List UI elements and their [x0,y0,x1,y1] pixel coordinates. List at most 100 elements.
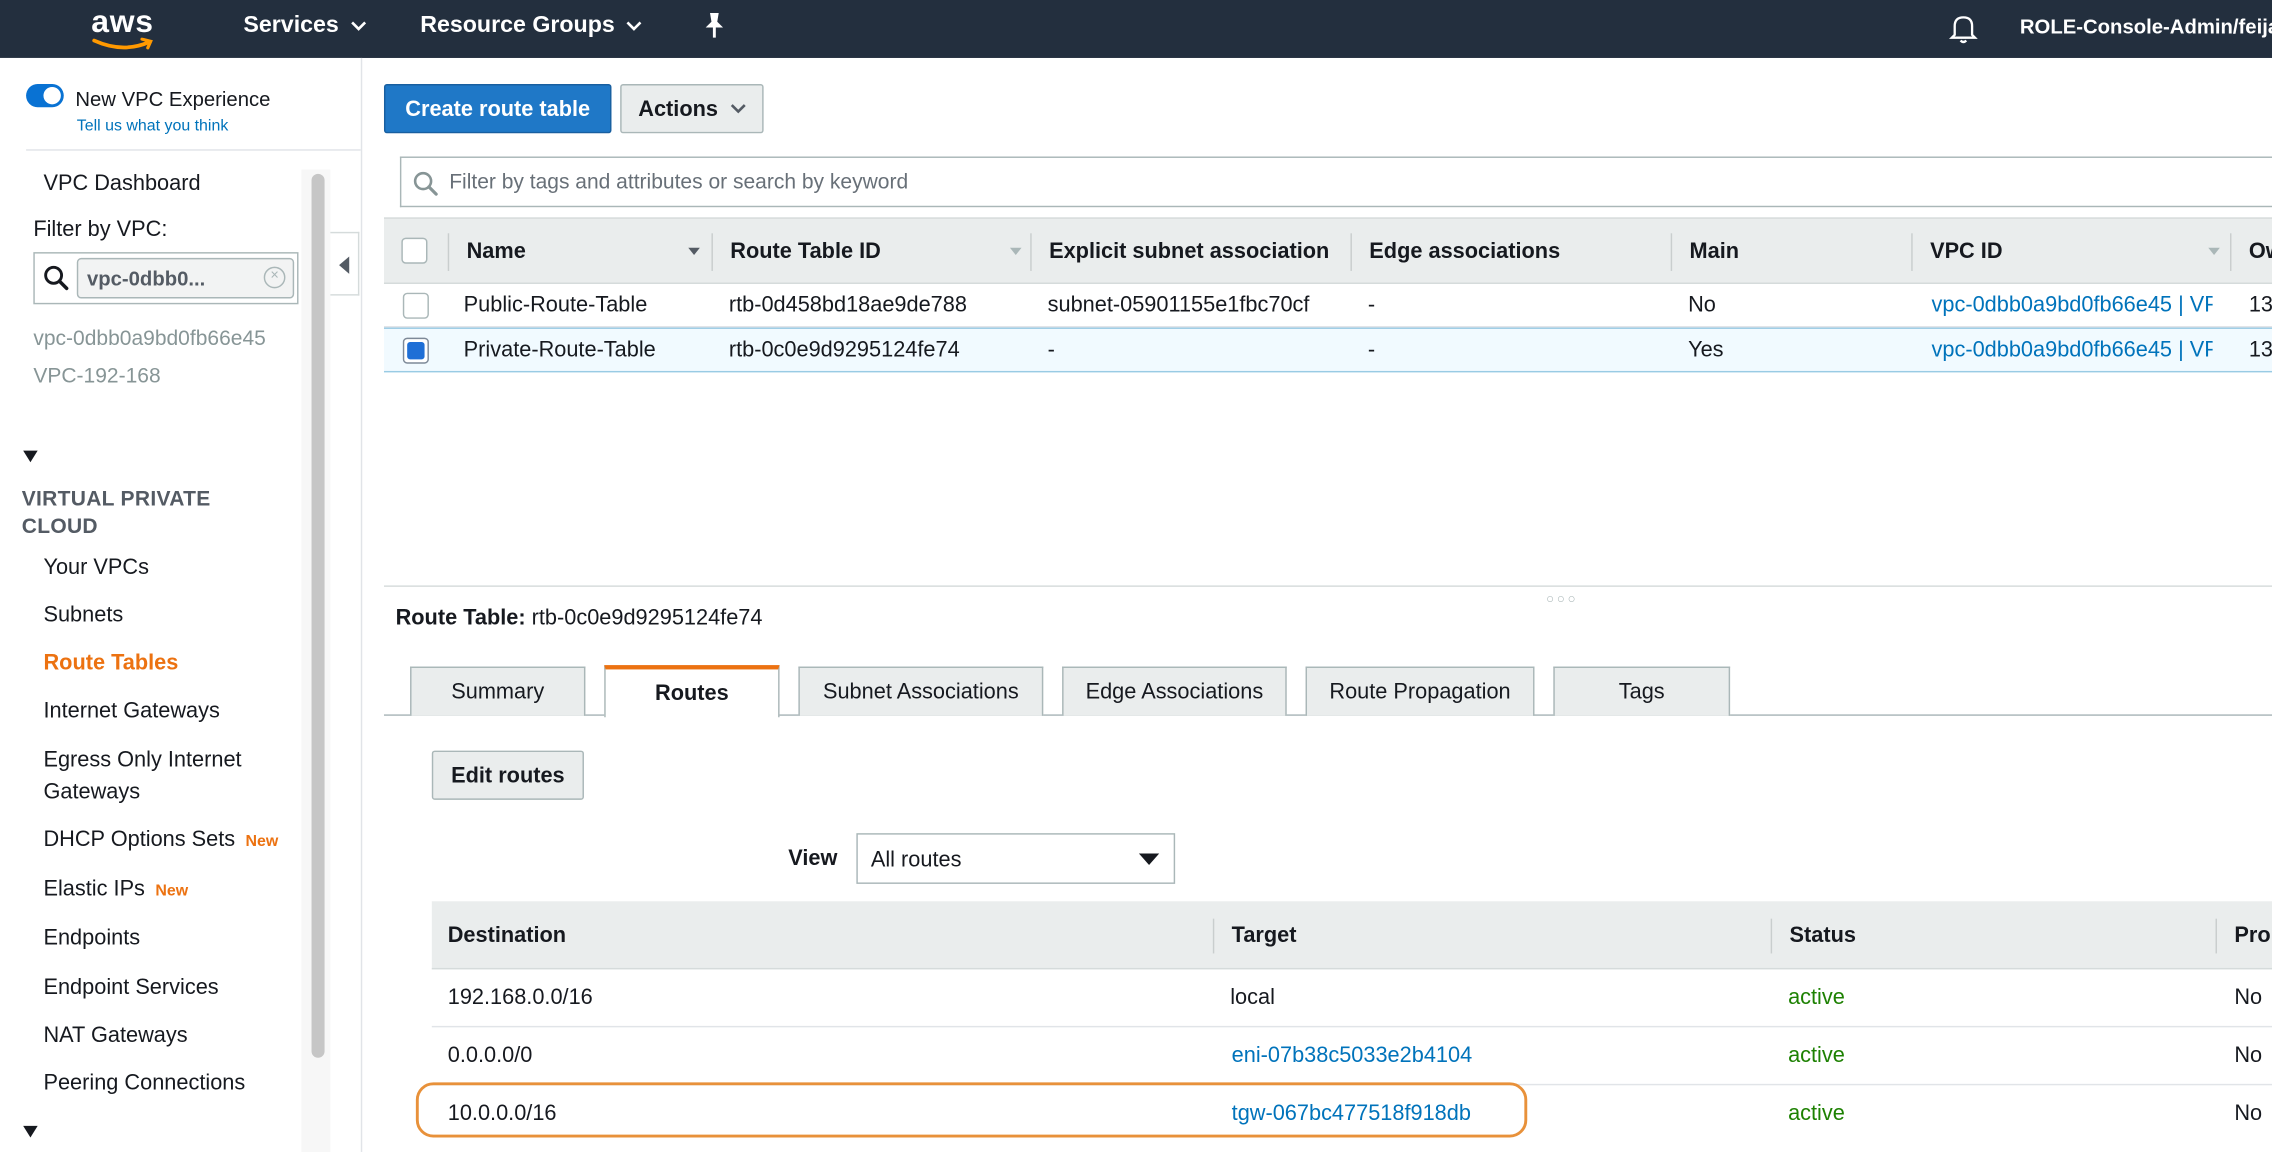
panel-splitter[interactable] [383,585,2272,587]
sidebar-item-endpoint-services[interactable]: Endpoint Services [43,972,218,1004]
view-select[interactable]: All routes [856,833,1176,884]
column-header-propagated[interactable]: Pro [2234,923,2270,948]
column-divider [1911,233,1913,271]
view-select-value: All routes [870,847,962,873]
column-header-status[interactable]: Status [1790,923,1856,948]
route-table-id: rtb-0d458bd18ae9de788 [728,292,967,318]
collapse-sidebar-button[interactable] [330,231,360,296]
vpc-option[interactable]: VPC-192-168 [33,365,160,388]
actions-label: Actions [638,96,718,121]
new-vpc-experience-label: New VPC Experience [75,86,271,111]
feedback-link[interactable]: Tell us what you think [77,117,229,134]
row-checkbox[interactable] [402,292,429,319]
tab-routes[interactable]: Routes [604,665,780,718]
main-flag: No [1688,292,1716,318]
column-divider [1350,233,1352,271]
search-placeholder: Filter by tags and attributes or search … [449,170,909,195]
detail-title: Route Table: rtb-0c0e9d9295124fe74 [396,606,763,631]
caret-down-icon[interactable] [23,450,38,463]
sidebar-item-peering-connections[interactable]: Peering Connections [43,1068,245,1100]
sort-icon[interactable] [1009,247,1022,256]
vpc-id-link[interactable]: vpc-0dbb0a9bd0fb66e45 | VPC-192-168 [1932,338,2213,363]
aws-smile-icon [92,37,153,50]
tab-edge-associations[interactable]: Edge Associations [1062,666,1287,716]
aws-logo[interactable]: aws [91,3,158,52]
sidebar-item-elastic-ips[interactable]: Elastic IPs New [43,874,188,907]
column-header-edge-associations[interactable]: Edge associations [1369,239,1560,264]
route-target-link[interactable]: eni-07b38c5033e2b4104 [1232,1043,1473,1068]
column-divider [1030,233,1032,271]
table-row[interactable]: Private-Route-Table rtb-0c0e9d9295124fe7… [383,327,2272,373]
tab-tags[interactable]: Tags [1553,666,1731,716]
pin-icon[interactable] [703,12,726,41]
new-vpc-experience-toggle[interactable] [26,84,64,108]
caret-down-icon[interactable] [23,1125,38,1138]
column-header-target[interactable]: Target [1232,923,1297,948]
resource-groups-menu[interactable]: Resource Groups [420,13,642,39]
new-badge: New [245,833,279,851]
column-header-main[interactable]: Main [1690,239,1740,264]
sidebar-item-endpoints[interactable]: Endpoints [43,923,140,955]
route-status: active [1788,1101,1845,1126]
main-flag: Yes [1688,337,1724,363]
column-header-owner[interactable]: Ow [2249,239,2272,264]
sidebar-item-vpc-dashboard[interactable]: VPC Dashboard [43,171,200,196]
search-icon [44,265,69,291]
sidebar-item-internet-gateways[interactable]: Internet Gateways [43,696,219,728]
top-navigation-bar: aws Services Resource Groups ROLE-Consol… [0,0,2272,58]
caret-down-icon [1138,853,1160,866]
vpc-option[interactable]: vpc-0dbb0a9bd0fb66e45 [33,327,265,350]
tab-route-propagation[interactable]: Route Propagation [1305,666,1535,716]
sort-icon[interactable] [688,247,700,256]
route-destination: 0.0.0.0/0 [447,1043,533,1068]
bell-icon[interactable] [1949,13,1978,45]
sidebar-item-egress-only-internet-gateways[interactable]: Egress Only Internet Gateways [43,745,275,809]
vpc-filter-value: vpc-0dbb0... [86,266,206,290]
column-header-vpc-id[interactable]: VPC ID [1930,239,2002,264]
section-title-virtual-private-cloud: VIRTUAL PRIVATE CLOUD [21,488,211,540]
chevron-down-icon [626,21,642,31]
route-target-link[interactable]: tgw-067bc477518f918db [1232,1101,1471,1126]
view-label: View [788,846,838,871]
tab-summary[interactable]: Summary [410,666,586,716]
route-status: active [1788,1043,1845,1068]
vpc-filter-token: vpc-0dbb0... × [76,257,295,299]
row-checkbox[interactable] [402,337,429,364]
route-status: active [1788,985,1845,1010]
table-row[interactable]: Public-Route-Table rtb-0d458bd18ae9de788… [383,284,2272,328]
sidebar-item-subnets[interactable]: Subnets [43,600,123,632]
select-all-checkbox[interactable] [401,237,428,264]
sidebar-item-your-vpcs[interactable]: Your VPCs [43,552,149,584]
column-divider [2230,233,2232,271]
tab-subnet-associations[interactable]: Subnet Associations [798,666,1044,716]
filter-by-vpc-label: Filter by VPC: [33,217,168,242]
route-propagated: No [2234,985,2263,1010]
table-row: 10.0.0.0/16 tgw-067bc477518f918db active… [432,1085,2272,1143]
clear-icon[interactable]: × [263,266,286,289]
vpc-filter-input[interactable]: vpc-0dbb0... × [33,252,299,305]
edit-routes-button[interactable]: Edit routes [431,750,584,800]
route-propagated: No [2234,1101,2263,1126]
table-header: Name Route Table ID Explicit subnet asso… [383,217,2272,285]
column-header-name[interactable]: Name [467,239,526,264]
sidebar-item-route-tables[interactable]: Route Tables [43,648,178,680]
column-header-explicit-subnet-association[interactable]: Explicit subnet association [1049,239,1334,264]
table-row: 192.168.0.0/16 local active No [431,969,2272,1028]
resource-groups-label: Resource Groups [420,13,615,38]
account-menu[interactable]: ROLE-Console-Admin/feija [2020,14,2272,37]
sort-icon[interactable] [2208,247,2220,256]
route-table-id: rtb-0c0e9d9295124fe74 [728,337,960,363]
route-table-search-input[interactable]: Filter by tags and attributes or search … [399,156,2272,208]
sidebar-scrollbar[interactable] [311,173,325,1058]
services-menu[interactable]: Services [243,13,366,39]
resize-grip-icon[interactable]: ○○○ [1546,591,1578,605]
vpc-id-link[interactable]: vpc-0dbb0a9bd0fb66e45 | VPC-192-168 [1932,293,2213,318]
sidebar-item-dhcp-options-sets[interactable]: DHCP Options Sets New [43,824,278,857]
create-route-table-button[interactable]: Create route table [383,84,612,134]
sidebar-item-nat-gateways[interactable]: NAT Gateways [43,1020,187,1052]
column-divider [447,233,450,271]
column-header-route-table-id[interactable]: Route Table ID [730,239,881,264]
explicit-subnet-association: subnet-05901155e1fbc70cf [1047,292,1310,318]
actions-button[interactable]: Actions [620,84,764,134]
column-header-destination[interactable]: Destination [448,923,566,948]
